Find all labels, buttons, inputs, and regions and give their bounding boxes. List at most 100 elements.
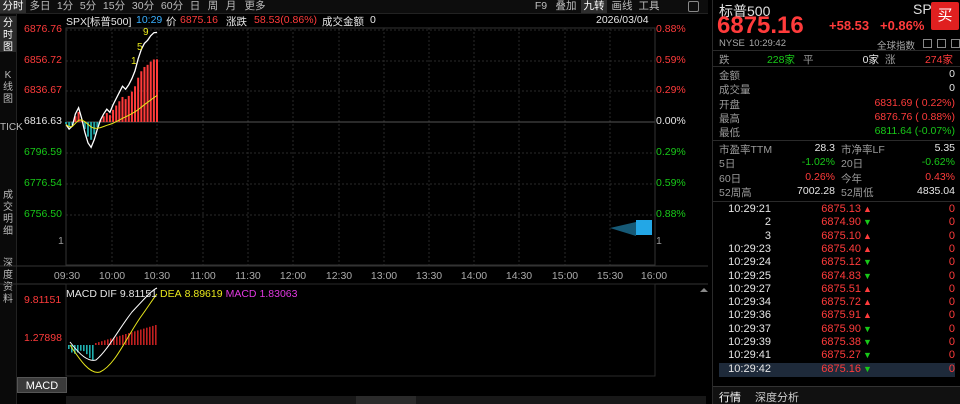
intraday-bar [156,59,158,122]
chart-symbol: SPX[标普500] [66,16,132,28]
macd-bar [140,329,142,345]
tick-row[interactable]: 10:29:23 6875.40 ▲ 0 [719,243,955,257]
tick-row[interactable]: 10:29:41 6875.27 ▼ 0 [719,349,955,363]
tick-price: 6875.27 [821,349,861,362]
nine-turn-mark: 5 [137,42,143,53]
metric-value: 0.43% [925,170,955,183]
stat-label: 成交量 [719,84,751,97]
arrow-down-icon: ▼ [863,217,872,228]
price-label: 价 [166,16,177,28]
tick-row[interactable]: 10:29:25 6874.83 ▼ 0 [719,270,955,284]
intraday-bars [65,59,158,140]
tick-row[interactable]: 2 6874.90 ▼ 0 [719,216,955,230]
metric-row: 5日 -1.02% 20日 -0.62% [719,156,955,170]
tick-row[interactable]: 10:29:36 6875.91 ▲ 0 [719,309,955,323]
macd-label: MACD [225,288,257,300]
price-tick: 6796.59 [24,146,62,158]
macd-bar [152,325,154,345]
nine-turn-mark: 9 [143,27,149,38]
grid-icon[interactable] [937,39,946,48]
collapse-icon[interactable] [700,288,708,292]
amount-label: 成交金额 [322,16,364,28]
intraday-bar [152,59,155,122]
tick-row[interactable]: 10:29:39 6875.38 ▼ 0 [719,336,955,350]
tick-time: 10:29:37 [728,322,771,335]
tick-time: 3 [764,229,771,242]
tick-row[interactable]: 3 6875.10 ▲ 0 [719,230,955,244]
macd-tick: 9.81151 [24,294,62,306]
pct-tick: 0.00% [656,115,686,127]
price-tick: 6876.76 [24,23,62,35]
macd-bar [95,343,97,345]
arrow-up-icon: ▲ [863,230,872,241]
metric-value: 5.35 [934,142,955,154]
arrow-up-icon: ▲ [863,204,872,214]
chart-amount: 0 [370,14,376,26]
macd-bar [155,325,157,345]
price-tick: 6756.50 [24,208,62,220]
quote-bottom-tabs: 行情 深度分析 [713,386,960,404]
intraday-bar [90,122,93,140]
metric-label: 市净率LF [841,144,885,156]
tick-row[interactable]: 10:29:34 6875.72 ▲ 0 [719,296,955,310]
pct-tick: 0.88% [656,23,686,35]
tick-price: 6875.10 [821,229,861,242]
stat-row: 开盘 6831.69 ( 0.22%) [719,97,955,111]
window-icon[interactable] [951,39,960,48]
buy-button[interactable]: 买 [931,2,959,30]
arrow-down-icon: ▼ [863,337,872,347]
chart-scrollbar[interactable] [66,396,706,404]
metric-row: 市盈率TTM 28.3 市净率LF 5.35 [719,142,955,156]
tick-time: 10:29:39 [728,336,771,348]
arrow-down-icon: ▼ [863,350,872,361]
arrow-down-icon: ▼ [863,363,872,374]
stat-value: 6876.76 ( 0.88%) [874,110,955,123]
macd-bar [143,328,145,345]
tick-row[interactable]: 10:29:21 6875.13 ▲ 0 [719,203,955,217]
collapse-icon[interactable] [923,39,932,48]
intraday-bar [118,101,121,122]
intraday-bar [102,116,105,122]
macd-bar [119,335,121,345]
tick-time: 10:29:36 [728,309,771,322]
tick-volume: 0 [948,256,955,269]
tab-quote[interactable]: 行情 [719,389,741,404]
tick-row[interactable]: 10:29:24 6875.12 ▼ 0 [719,256,955,270]
intraday-bar [108,115,111,122]
time-tick: 11:00 [190,270,216,282]
tick-time: 10:29:23 [728,242,771,255]
time-tick: 13:30 [415,270,443,282]
macd-header: MACD DIF 9.81151 DEA 8.89619 MACD 1.83063 [66,288,300,300]
stat-value: 0 [949,68,955,80]
scroll-grip[interactable] [356,396,416,404]
tick-volume: 0 [948,362,955,375]
arrow-down-icon: ▼ [863,323,872,334]
divider [713,140,960,141]
pct-tick: 0.88% [656,208,686,220]
tick-row[interactable]: 10:29:42 6875.16 ▼ 0 [719,362,955,377]
time-tick: 15:00 [551,270,579,282]
tick-volume: 0 [948,296,955,309]
intraday-bar [127,95,130,122]
stat-label: 最高 [719,112,740,125]
intraday-bar [149,61,152,122]
tick-time: 10:29:41 [728,349,771,362]
chart-date: 2026/03/04 [596,14,649,26]
dea-label: DEA [160,288,182,300]
tick-row[interactable]: 10:29:37 6875.90 ▼ 0 [719,323,955,337]
stat-value: 0 [949,82,955,95]
macd-bar [137,330,139,345]
tick-time: 10:29:42 [728,362,771,375]
divider [713,66,960,67]
tick-volume: 0 [948,203,955,215]
indicator-tab-macd[interactable]: MACD [17,377,67,393]
tick-volume: 0 [948,216,955,229]
dif-value: 9.81151 [119,288,158,300]
macd-bar [104,340,106,345]
intraday-bar [130,91,133,122]
price-tick: 6856.72 [24,54,62,66]
tab-depth-analysis[interactable]: 深度分析 [755,389,799,404]
tick-row[interactable]: 10:29:27 6875.51 ▲ 0 [719,283,955,297]
change-label: 涨跌 [226,16,247,28]
tick-price: 6875.38 [821,336,861,348]
